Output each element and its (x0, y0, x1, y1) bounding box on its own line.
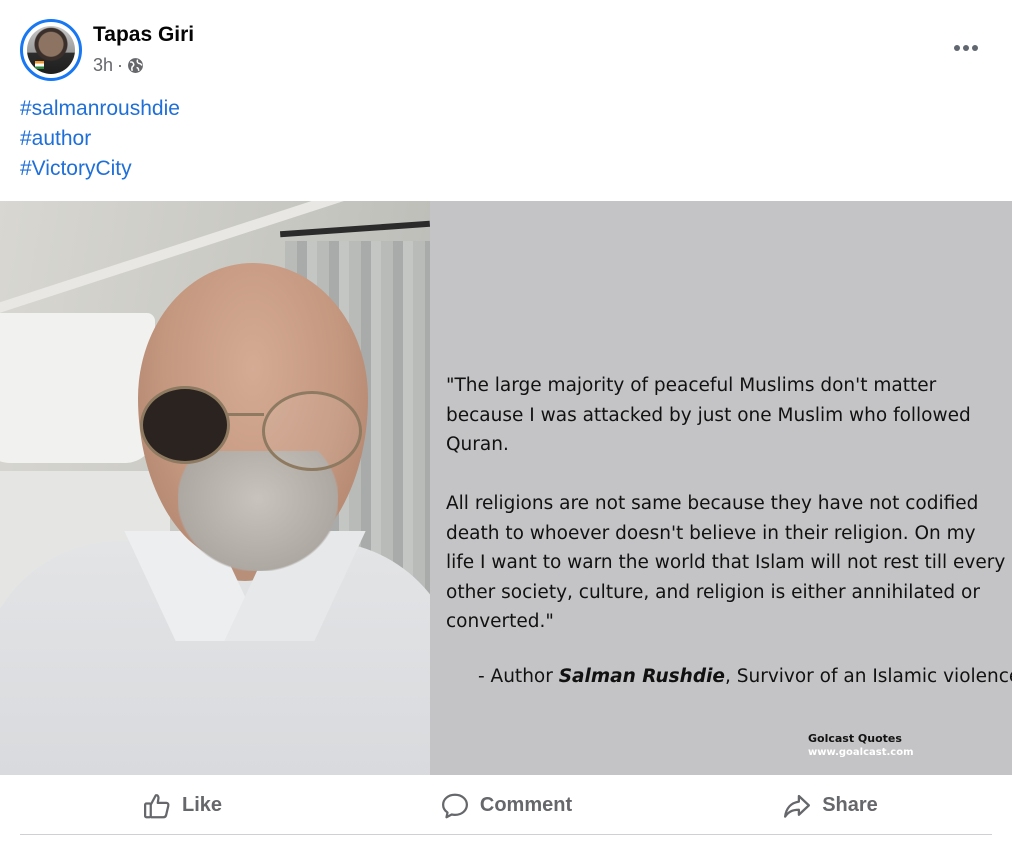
attribution-name: Salman Rushdie (558, 666, 725, 687)
thumbs-up-icon (143, 793, 170, 818)
globe-icon[interactable] (127, 57, 144, 74)
flag-icon (35, 61, 44, 69)
share-label: Share (822, 794, 878, 816)
photo-lens-right (262, 391, 362, 471)
attribution-prefix: - Author (478, 666, 559, 687)
brand-url: www.goalcast.com (808, 747, 914, 758)
author-name[interactable]: Tapas Giri (93, 23, 194, 47)
speech-bubble-icon (441, 793, 468, 818)
more-options-icon[interactable] (944, 30, 988, 66)
post-time[interactable]: 3h (93, 55, 113, 76)
post-actions: Like Comment Share (20, 777, 992, 835)
comment-button[interactable]: Comment (344, 777, 668, 834)
photo-lamp (0, 313, 155, 463)
more-dot (963, 45, 969, 51)
quote-paragraph: "The large majority of peaceful Muslims … (446, 375, 971, 455)
author-avatar[interactable] (20, 19, 82, 81)
share-button[interactable]: Share (668, 777, 992, 834)
photo-lens-left (140, 386, 230, 464)
like-button[interactable]: Like (20, 777, 344, 834)
brand-name: Golcast Quotes (808, 732, 902, 745)
hashtag-link[interactable]: #author (20, 124, 180, 154)
share-arrow-icon (784, 794, 811, 818)
post-image[interactable]: "The large majority of peaceful Muslims … (0, 201, 1012, 775)
quote-paragraph: All religions are not same because they … (446, 493, 1006, 632)
quote-attribution: - Author Salman Rushdie, Survivor of an … (478, 666, 1012, 687)
attribution-suffix: , Survivor of an Islamic violence (724, 666, 1012, 687)
post-meta: 3h · (93, 55, 144, 76)
portrait-photo (0, 201, 430, 775)
meta-separator: · (117, 55, 124, 75)
post-hashtags: #salmanroushdie #author #VictoryCity (20, 94, 180, 184)
like-label: Like (181, 794, 223, 816)
hashtag-link[interactable]: #VictoryCity (20, 154, 180, 184)
facebook-post: Tapas Giri 3h · #salmanroushdie #author … (0, 0, 1012, 845)
avatar-image (27, 26, 75, 74)
hashtag-link[interactable]: #salmanroushdie (20, 94, 180, 124)
more-dot (972, 45, 978, 51)
comment-label: Comment (479, 794, 573, 816)
quote-panel: "The large majority of peaceful Muslims … (430, 201, 1012, 775)
more-dot (954, 45, 960, 51)
quote-text: "The large majority of peaceful Muslims … (446, 371, 1006, 637)
photo-glasses-bridge (226, 413, 264, 416)
